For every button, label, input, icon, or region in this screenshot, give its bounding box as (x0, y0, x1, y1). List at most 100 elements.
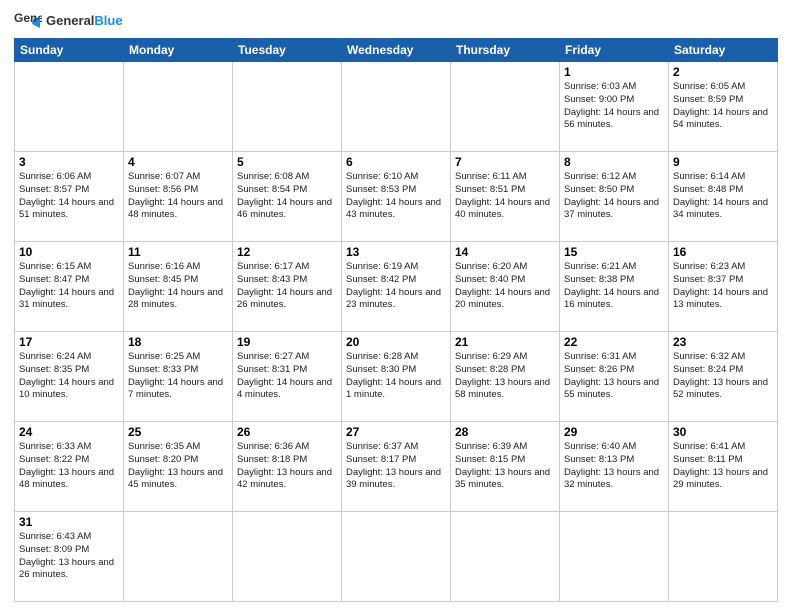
day-number: 16 (673, 245, 773, 259)
day-number: 3 (19, 155, 119, 169)
calendar-cell: 5 Sunrise: 6:08 AM Sunset: 8:54 PM Daylig… (233, 152, 342, 242)
calendar-cell: 23 Sunrise: 6:32 AM Sunset: 8:24 PM Dayli… (669, 332, 778, 422)
day-number: 24 (19, 425, 119, 439)
day-number: 12 (237, 245, 337, 259)
calendar-header-sunday: Sunday (15, 39, 124, 62)
day-number: 8 (564, 155, 664, 169)
calendar-cell: 3 Sunrise: 6:06 AM Sunset: 8:57 PM Daylig… (15, 152, 124, 242)
day-number: 23 (673, 335, 773, 349)
day-number: 5 (237, 155, 337, 169)
calendar-cell (233, 62, 342, 152)
day-number: 22 (564, 335, 664, 349)
calendar-week-1: 1Sunrise: 6:03 AM Sunset: 9:00 PM Daylig… (15, 62, 778, 152)
calendar-week-6: 31Sunrise: 6:43 AM Sunset: 8:09 PM Dayli… (15, 512, 778, 602)
day-info: Sunrise: 6:19 AM Sunset: 8:42 PM Dayligh… (346, 261, 446, 312)
day-info: Sunrise: 6:16 AM Sunset: 8:45 PM Dayligh… (128, 261, 228, 312)
calendar-cell (233, 512, 342, 602)
calendar-cell: 22 Sunrise: 6:31 AM Sunset: 8:26 PM Dayli… (560, 332, 669, 422)
logo-text-blue: Blue (94, 13, 122, 28)
day-info: Sunrise: 6:10 AM Sunset: 8:53 PM Dayligh… (346, 171, 446, 222)
calendar-cell (124, 62, 233, 152)
page-header: General GeneralBlue (14, 10, 778, 32)
calendar-cell: 27 Sunrise: 6:37 AM Sunset: 8:17 PM Dayli… (342, 422, 451, 512)
calendar-cell: 2Sunrise: 6:05 AM Sunset: 8:59 PM Daylig… (669, 62, 778, 152)
calendar-cell: 14Sunrise: 6:20 AM Sunset: 8:40 PM Dayli… (451, 242, 560, 332)
day-info: Sunrise: 6:23 AM Sunset: 8:37 PM Dayligh… (673, 261, 773, 312)
calendar-cell (669, 512, 778, 602)
day-info: Sunrise: 6:25 AM Sunset: 8:33 PM Dayligh… (128, 351, 228, 402)
day-number: 18 (128, 335, 228, 349)
day-info: Sunrise: 6:06 AM Sunset: 8:57 PM Dayligh… (19, 171, 119, 222)
calendar-cell: 16 Sunrise: 6:23 AM Sunset: 8:37 PM Dayli… (669, 242, 778, 332)
day-info: Sunrise: 6:40 AM Sunset: 8:13 PM Dayligh… (564, 441, 664, 492)
day-info: Sunrise: 6:12 AM Sunset: 8:50 PM Dayligh… (564, 171, 664, 222)
day-info: Sunrise: 6:29 AM Sunset: 8:28 PM Dayligh… (455, 351, 555, 402)
calendar-header-monday: Monday (124, 39, 233, 62)
calendar-week-3: 10Sunrise: 6:15 AM Sunset: 8:47 PM Dayli… (15, 242, 778, 332)
day-info: Sunrise: 6:27 AM Sunset: 8:31 PM Dayligh… (237, 351, 337, 402)
day-number: 30 (673, 425, 773, 439)
day-number: 21 (455, 335, 555, 349)
calendar-cell: 19Sunrise: 6:27 AM Sunset: 8:31 PM Dayli… (233, 332, 342, 422)
day-number: 13 (346, 245, 446, 259)
calendar-cell: 4 Sunrise: 6:07 AM Sunset: 8:56 PM Daylig… (124, 152, 233, 242)
day-info: Sunrise: 6:41 AM Sunset: 8:11 PM Dayligh… (673, 441, 773, 492)
calendar-cell: 20 Sunrise: 6:28 AM Sunset: 8:30 PM Dayli… (342, 332, 451, 422)
calendar-week-2: 3 Sunrise: 6:06 AM Sunset: 8:57 PM Daylig… (15, 152, 778, 242)
day-number: 7 (455, 155, 555, 169)
day-info: Sunrise: 6:07 AM Sunset: 8:56 PM Dayligh… (128, 171, 228, 222)
day-number: 1 (564, 65, 664, 79)
day-number: 27 (346, 425, 446, 439)
calendar-cell: 7Sunrise: 6:11 AM Sunset: 8:51 PM Daylig… (451, 152, 560, 242)
calendar-header-thursday: Thursday (451, 39, 560, 62)
calendar-cell (15, 62, 124, 152)
day-number: 25 (128, 425, 228, 439)
calendar-cell: 28 Sunrise: 6:39 AM Sunset: 8:15 PM Dayli… (451, 422, 560, 512)
calendar-cell: 15 Sunrise: 6:21 AM Sunset: 8:38 PM Dayli… (560, 242, 669, 332)
day-info: Sunrise: 6:37 AM Sunset: 8:17 PM Dayligh… (346, 441, 446, 492)
calendar-cell: 29Sunrise: 6:40 AM Sunset: 8:13 PM Dayli… (560, 422, 669, 512)
day-number: 31 (19, 515, 119, 529)
day-info: Sunrise: 6:28 AM Sunset: 8:30 PM Dayligh… (346, 351, 446, 402)
calendar-cell: 8 Sunrise: 6:12 AM Sunset: 8:50 PM Daylig… (560, 152, 669, 242)
calendar-cell (342, 512, 451, 602)
day-number: 4 (128, 155, 228, 169)
day-info: Sunrise: 6:15 AM Sunset: 8:47 PM Dayligh… (19, 261, 119, 312)
day-number: 11 (128, 245, 228, 259)
day-info: Sunrise: 6:35 AM Sunset: 8:20 PM Dayligh… (128, 441, 228, 492)
day-info: Sunrise: 6:14 AM Sunset: 8:48 PM Dayligh… (673, 171, 773, 222)
calendar-cell: 9 Sunrise: 6:14 AM Sunset: 8:48 PM Daylig… (669, 152, 778, 242)
day-number: 20 (346, 335, 446, 349)
calendar-cell (124, 512, 233, 602)
day-info: Sunrise: 6:21 AM Sunset: 8:38 PM Dayligh… (564, 261, 664, 312)
day-number: 9 (673, 155, 773, 169)
calendar-cell: 17 Sunrise: 6:24 AM Sunset: 8:35 PM Dayli… (15, 332, 124, 422)
calendar-cell: 21 Sunrise: 6:29 AM Sunset: 8:28 PM Dayli… (451, 332, 560, 422)
day-info: Sunrise: 6:39 AM Sunset: 8:15 PM Dayligh… (455, 441, 555, 492)
day-info: Sunrise: 6:31 AM Sunset: 8:26 PM Dayligh… (564, 351, 664, 402)
day-info: Sunrise: 6:08 AM Sunset: 8:54 PM Dayligh… (237, 171, 337, 222)
calendar-cell: 13 Sunrise: 6:19 AM Sunset: 8:42 PM Dayli… (342, 242, 451, 332)
calendar-cell: 1Sunrise: 6:03 AM Sunset: 9:00 PM Daylig… (560, 62, 669, 152)
calendar-cell (451, 512, 560, 602)
logo: General GeneralBlue (14, 10, 123, 32)
calendar-cell: 18 Sunrise: 6:25 AM Sunset: 8:33 PM Dayli… (124, 332, 233, 422)
day-info: Sunrise: 6:36 AM Sunset: 8:18 PM Dayligh… (237, 441, 337, 492)
day-number: 26 (237, 425, 337, 439)
day-number: 28 (455, 425, 555, 439)
calendar-header-saturday: Saturday (669, 39, 778, 62)
day-info: Sunrise: 6:32 AM Sunset: 8:24 PM Dayligh… (673, 351, 773, 402)
calendar-cell (342, 62, 451, 152)
day-info: Sunrise: 6:24 AM Sunset: 8:35 PM Dayligh… (19, 351, 119, 402)
calendar-cell (560, 512, 669, 602)
day-number: 17 (19, 335, 119, 349)
calendar-cell: 12 Sunrise: 6:17 AM Sunset: 8:43 PM Dayli… (233, 242, 342, 332)
day-info: Sunrise: 6:05 AM Sunset: 8:59 PM Dayligh… (673, 81, 773, 132)
calendar-header-row: SundayMondayTuesdayWednesdayThursdayFrid… (15, 39, 778, 62)
calendar-header-friday: Friday (560, 39, 669, 62)
day-info: Sunrise: 6:17 AM Sunset: 8:43 PM Dayligh… (237, 261, 337, 312)
calendar-cell: 26 Sunrise: 6:36 AM Sunset: 8:18 PM Dayli… (233, 422, 342, 512)
generalblue-logo-icon: General (14, 10, 42, 32)
day-number: 15 (564, 245, 664, 259)
calendar-header-tuesday: Tuesday (233, 39, 342, 62)
